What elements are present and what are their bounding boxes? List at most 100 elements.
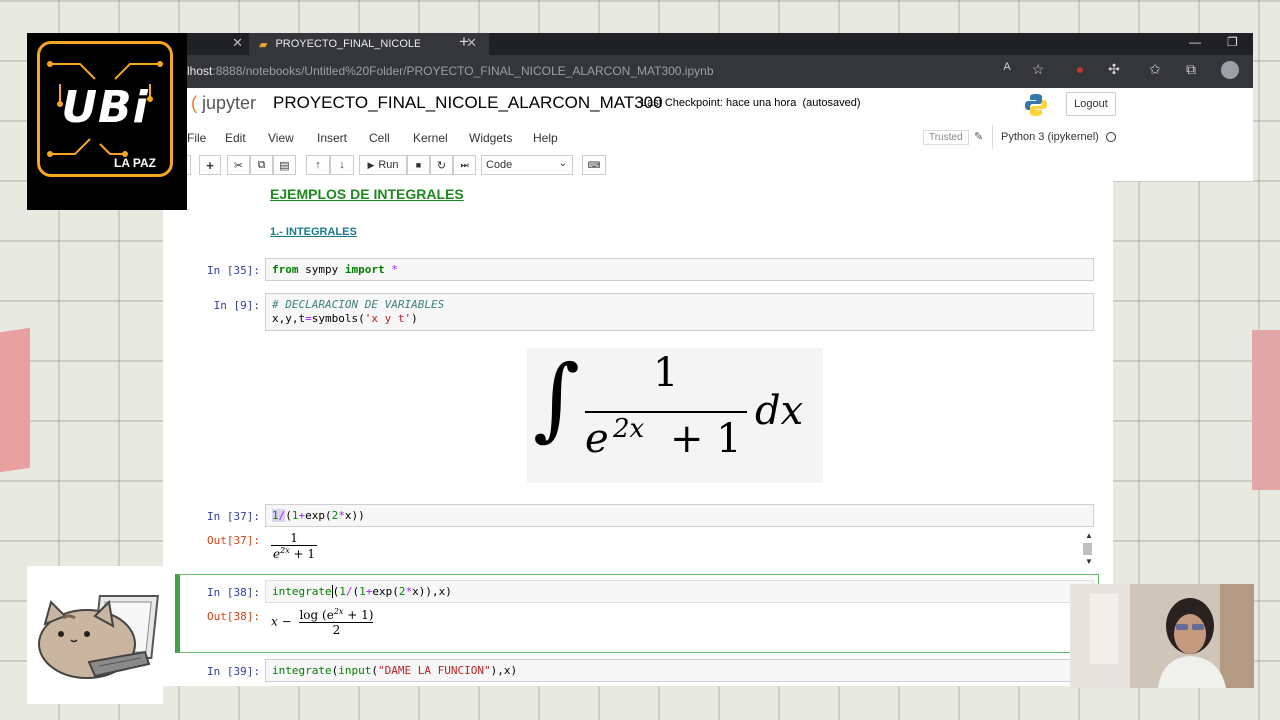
restore-icon[interactable]: ❐ (1227, 35, 1238, 49)
ubi-logo: UBi LA PAZ (27, 33, 187, 210)
tab-favicon-icon: ▰ (259, 38, 268, 51)
formula-numerator: 1 (653, 350, 679, 396)
profile-avatar[interactable] (1221, 61, 1239, 79)
fraction-bar (585, 411, 747, 413)
browser-tab[interactable]: ✕ (187, 33, 249, 55)
background-decoration (0, 327, 30, 473)
output-denominator: 2 (332, 623, 341, 637)
trusted-indicator[interactable]: Trusted (923, 130, 969, 145)
autosave-status: (autosaved) (802, 97, 861, 109)
copy-icon[interactable]: ⧉ (250, 155, 273, 175)
favorite-icon[interactable]: ☆ (1028, 61, 1048, 78)
output-log: log (e (299, 608, 334, 622)
cat-laptop-illustration (27, 566, 163, 704)
add-cell-icon[interactable]: + (199, 155, 221, 175)
fast-forward-icon[interactable]: ⏭ (453, 155, 476, 175)
output-prompt: Out[37]: (207, 534, 260, 547)
menu-file[interactable]: File (187, 131, 206, 145)
webcam-video (1070, 584, 1254, 688)
read-aloud-icon[interactable]: A (997, 61, 1017, 73)
notebook-page: EJEMPLOS DE INTEGRALES 1.- INTEGRALES In… (163, 181, 1113, 686)
code-cell[interactable]: # DECLARACION DE VARIABLES x,y,t=symbols… (265, 293, 1094, 331)
notebook-name[interactable]: PROYECTO_FINAL_NICOLE_ALARCON_MAT300 (273, 93, 663, 113)
output-rest: + 1) (343, 608, 374, 622)
scroll-down-icon[interactable]: ▼ (1085, 557, 1093, 566)
input-prompt: In [39]: (207, 665, 260, 678)
move-up-icon[interactable]: ↑ (306, 155, 330, 175)
ubi-logo-frame: UBi LA PAZ (37, 41, 173, 177)
favorites-icon[interactable]: ✩ (1145, 61, 1165, 78)
browser-tab-active[interactable]: ▰ PROYECTO_FINAL_NICOLE_ALAR ✕ (249, 33, 489, 55)
url-field[interactable]: lhost:8888/notebooks/Untitled%20Folder/P… (187, 64, 714, 78)
formula-dx: dx (755, 388, 804, 434)
logout-button[interactable]: Logout (1066, 92, 1116, 116)
kernel-name: Python 3 (ipykernel) (1001, 131, 1099, 143)
cell-type-value: Code (486, 159, 513, 171)
input-prompt: In [35]: (207, 264, 260, 277)
background-decoration (1252, 330, 1280, 490)
ubi-logo-text: UBi (61, 82, 149, 133)
output-37: 1 e2x + 1 (271, 531, 318, 561)
move-down-icon[interactable]: ↓ (330, 155, 354, 175)
code-cell[interactable]: integrate(1/(1+exp(2*x)),x) (265, 580, 1094, 603)
paste-icon[interactable]: ▤ (273, 155, 296, 175)
restart-icon[interactable]: ↻ (430, 155, 453, 175)
menu-insert[interactable]: Insert (317, 131, 347, 145)
cell-type-select[interactable]: Code ⌄ (481, 155, 573, 175)
menu-view[interactable]: View (268, 131, 294, 145)
chevron-down-icon: ⌄ (558, 158, 567, 169)
output-prompt: Out[38]: (207, 610, 260, 623)
checkpoint-status: Last Checkpoint: hace una hora (autosave… (641, 97, 861, 109)
formula-plus-one: + 1 (670, 416, 742, 462)
python-logo-icon (1025, 94, 1047, 116)
output-exponent: 2x (280, 546, 290, 555)
menu-kernel[interactable]: Kernel (413, 131, 448, 145)
extension-icon[interactable]: ● (1070, 61, 1090, 77)
output-x: x − (271, 614, 292, 629)
menu-widgets[interactable]: Widgets (469, 131, 512, 145)
address-bar: lhost:8888/notebooks/Untitled%20Folder/P… (187, 55, 1253, 88)
jupyter-logo[interactable]: ( jupyter (191, 93, 256, 114)
tab-title: PROYECTO_FINAL_NICOLE_ALAR (275, 38, 421, 50)
output-38: x − log (e2x + 1) 2 (271, 607, 374, 637)
cut-icon[interactable]: ✂ (227, 155, 250, 175)
keyboard-icon[interactable]: ⌨ (582, 155, 606, 175)
close-tab-icon[interactable]: ✕ (232, 35, 243, 51)
formula-exponent: 2x (613, 414, 645, 444)
input-prompt: In [38]: (207, 586, 260, 599)
url-path: :8888/notebooks/Untitled%20Folder/PROYEC… (212, 64, 714, 78)
minimize-icon[interactable]: — (1189, 35, 1201, 49)
kernel-idle-icon (1105, 132, 1116, 142)
output-scrollbar[interactable] (1083, 543, 1092, 555)
input-prompt: In [9]: (213, 299, 260, 312)
integral-formula-image: ∫ 1 e 2x + 1 dx (527, 346, 823, 483)
url-host: lhost (187, 64, 213, 78)
collections-icon[interactable]: ⧉ (1181, 61, 1201, 78)
jupyter-header: ( jupyter PROYECTO_FINAL_NICOLE_ALARCON_… (177, 88, 1253, 181)
output-numerator: 1 (290, 531, 298, 545)
stop-icon[interactable]: ■ (407, 155, 430, 175)
cat-laptop-icon (38, 595, 159, 679)
integral-sign-icon: ∫ (533, 346, 580, 451)
notebook-subheading: 1.- INTEGRALES (270, 226, 357, 238)
code-cell[interactable]: integrate(input("DAME LA FUNCION"),x) (265, 659, 1094, 682)
menu-help[interactable]: Help (533, 131, 558, 145)
code-cell[interactable]: 1/(1+exp(2*x)) (265, 504, 1094, 527)
menu-cell[interactable]: Cell (369, 131, 390, 145)
kernel-indicator: Python 3 (ipykernel) (992, 125, 1116, 149)
menu-edit[interactable]: Edit (225, 131, 246, 145)
extensions-icon[interactable]: ✣ (1104, 61, 1124, 78)
checkpoint-text: Last Checkpoint: hace una hora (641, 97, 797, 109)
output-exponent: 2x (333, 607, 344, 616)
run-button[interactable]: ▶ Run (359, 155, 407, 175)
ubi-logo-subtitle: LA PAZ (114, 156, 156, 170)
code-cell[interactable]: from sympy import * (265, 258, 1094, 281)
webcam-presenter-image (1070, 584, 1254, 688)
browser-tab-bar: ✕ ▰ PROYECTO_FINAL_NICOLE_ALAR ✕ + — ❐ (187, 32, 1253, 55)
scroll-up-icon[interactable]: ▲ (1085, 531, 1093, 540)
run-label: Run (378, 159, 399, 171)
play-icon: ▶ (367, 159, 375, 170)
new-tab-icon[interactable]: + (459, 32, 469, 52)
notebook-heading: EJEMPLOS DE INTEGRALES (270, 186, 464, 202)
edit-pencil-icon[interactable]: ✎ (974, 130, 983, 143)
